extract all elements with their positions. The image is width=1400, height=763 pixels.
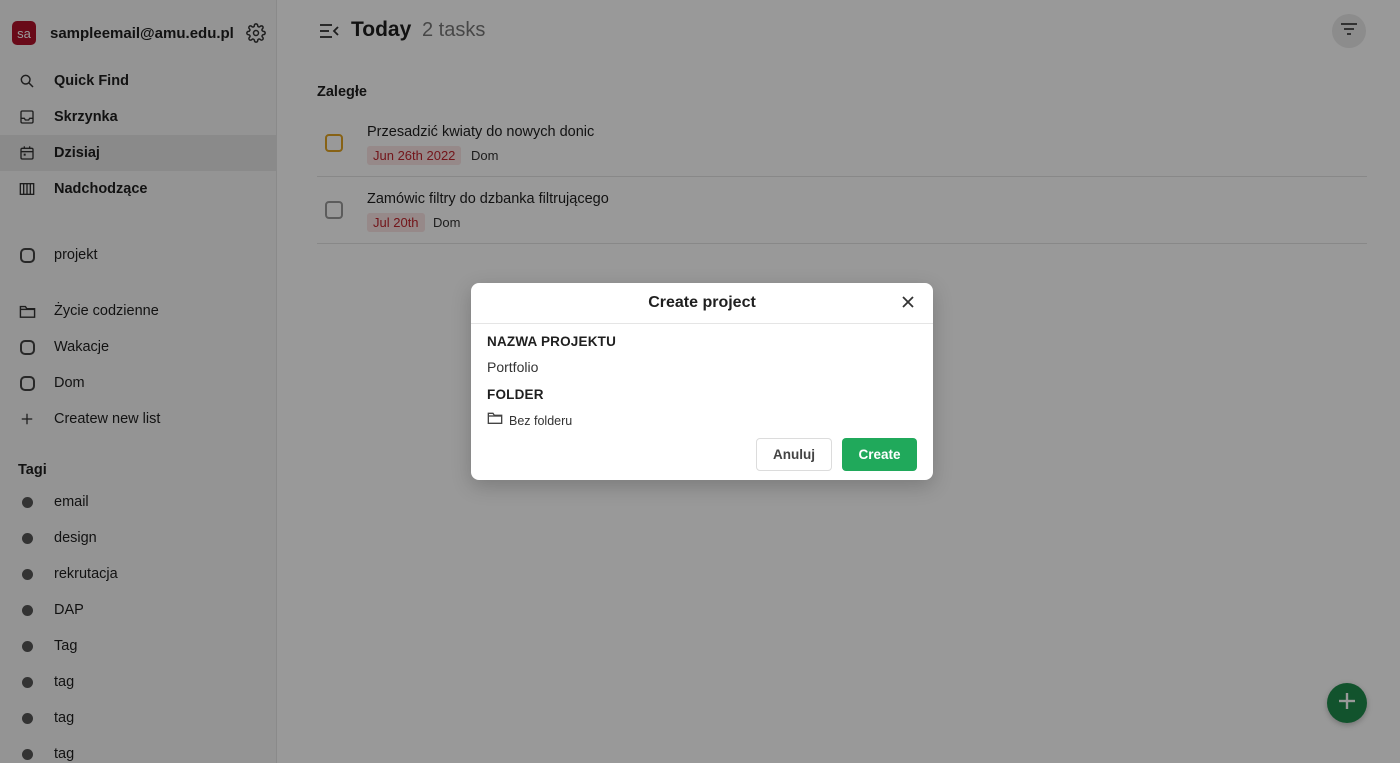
create-button[interactable]: Create [842, 438, 917, 471]
folder-icon [487, 411, 503, 430]
close-icon[interactable] [900, 294, 916, 310]
cancel-button[interactable]: Anuluj [756, 438, 832, 471]
folder-select[interactable]: Bez folderu [487, 411, 572, 430]
folder-label: FOLDER [487, 387, 544, 402]
create-project-dialog: Create project NAZWA PROJEKTU Portfolio … [471, 283, 933, 480]
dialog-header: Create project [471, 283, 933, 324]
dialog-title: Create project [648, 294, 756, 311]
project-name-label: NAZWA PROJEKTU [487, 334, 617, 349]
project-name-input[interactable]: Portfolio [487, 359, 538, 375]
folder-value: Bez folderu [509, 413, 573, 428]
